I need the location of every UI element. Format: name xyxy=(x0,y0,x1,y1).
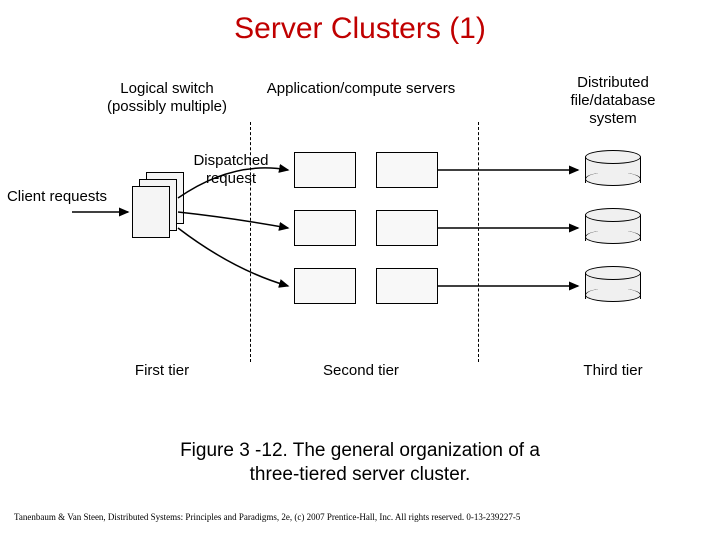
copyright-footer: Tanenbaum & Van Steen, Distributed Syste… xyxy=(14,512,520,522)
architecture-diagram: Logical switch(possibly multiple) Applic… xyxy=(38,80,688,415)
page-title: Server Clusters (1) xyxy=(0,0,720,46)
figure-caption: Figure 3 -12. The general organization o… xyxy=(0,439,720,488)
arrows-layer xyxy=(38,80,688,415)
